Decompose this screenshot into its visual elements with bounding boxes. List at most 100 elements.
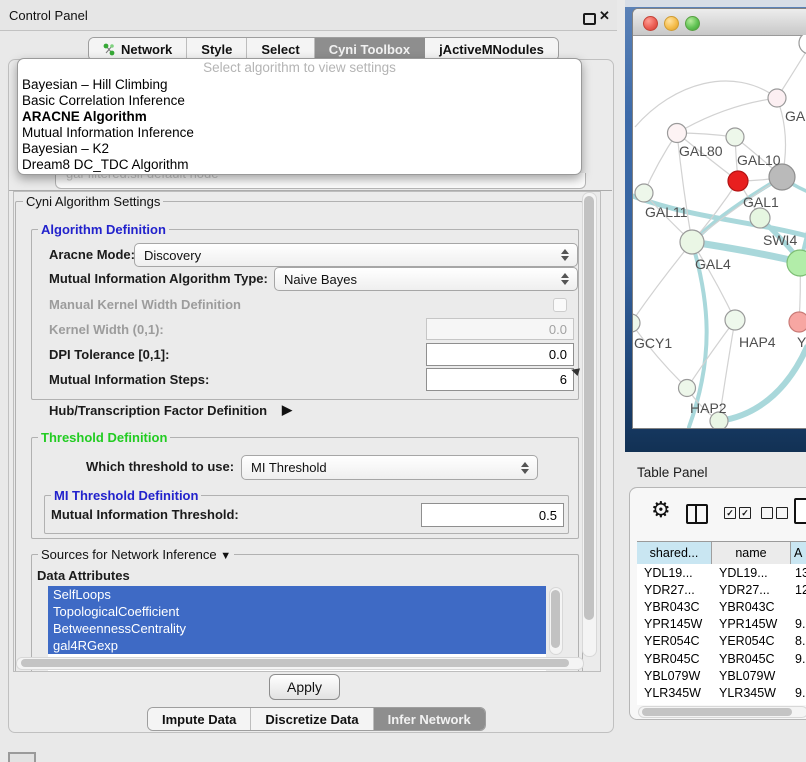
stepper-icon xyxy=(561,249,569,261)
deselect-all-checkbox-icon[interactable] xyxy=(776,507,788,519)
stepper-icon xyxy=(521,462,529,474)
node-unlabeled-top[interactable] xyxy=(799,35,806,54)
algorithm-option[interactable]: Bayesian – K2 xyxy=(18,141,581,157)
node-gal[interactable] xyxy=(768,89,786,107)
algorithm-option[interactable]: Bayesian – Hill Climbing xyxy=(18,77,581,93)
network-window: GALGAL80GAL10GAL1GAL11SWI4GAL4GCY1HAP4YH… xyxy=(632,8,806,429)
zoom-traffic-light[interactable] xyxy=(685,16,700,31)
node-gcy1-label: GCY1 xyxy=(634,335,672,351)
table-row[interactable]: YBR043CYBR043C xyxy=(637,598,806,615)
gear-icon[interactable]: ⚙ xyxy=(651,497,671,523)
background-combo[interactable]: gal-filtered.sif default node xyxy=(55,173,586,189)
node-gal10-label: GAL10 xyxy=(737,152,781,168)
aracne-mode-combo[interactable]: Discovery xyxy=(134,243,578,267)
deselect-all-checkbox-icon[interactable] xyxy=(761,507,773,519)
collapsed-panel-button[interactable] xyxy=(8,752,36,762)
node-gal10[interactable] xyxy=(726,128,744,146)
tab-infer-network[interactable]: Infer Network xyxy=(374,708,485,730)
sources-group-title: Sources for Network Inference ▼ xyxy=(38,547,234,562)
stepper-icon xyxy=(561,273,569,285)
node-gal11[interactable] xyxy=(635,184,653,202)
table-cell: YDL19... xyxy=(712,566,791,580)
table-panel: ⚙ ✓ ✓ shared... name A YDL19...YDL19...1… xyxy=(629,487,806,720)
tab-cyni-toolbox[interactable]: Cyni Toolbox xyxy=(315,38,425,60)
mi-steps-field[interactable]: 6 xyxy=(426,368,574,391)
network-canvas[interactable]: GALGAL80GAL10GAL1GAL11SWI4GAL4GCY1HAP4YH… xyxy=(633,35,806,428)
table-row[interactable]: YBL079WYBL079W xyxy=(637,667,806,684)
tab-jactivemnodules[interactable]: jActiveMNodules xyxy=(425,38,558,60)
node-hap2[interactable] xyxy=(679,380,696,397)
node-gal4-label: GAL4 xyxy=(695,256,731,272)
column-header-shared-name[interactable]: shared... xyxy=(637,542,712,564)
attributes-list-scrollbar[interactable] xyxy=(549,587,563,655)
table-row[interactable]: YLR345WYLR345W9. xyxy=(637,684,806,701)
tab-select[interactable]: Select xyxy=(247,38,314,60)
node-hap4[interactable] xyxy=(725,310,745,330)
tab-discretize-data[interactable]: Discretize Data xyxy=(251,708,373,730)
select-all-checkbox-icon[interactable]: ✓ xyxy=(724,507,736,519)
which-threshold-label: Which threshold to use: xyxy=(86,459,234,474)
which-threshold-combo[interactable]: MI Threshold xyxy=(241,455,538,480)
node-swi4-label: SWI4 xyxy=(763,232,797,248)
table-row[interactable]: YDL19...YDL19...13 xyxy=(637,564,806,581)
node-green-right[interactable] xyxy=(787,250,806,276)
algorithm-option[interactable]: Basic Correlation Inference xyxy=(18,93,581,109)
node-swi4[interactable] xyxy=(750,208,770,228)
apply-button[interactable]: Apply xyxy=(269,674,340,700)
mi-type-combo[interactable]: Naive Bayes xyxy=(274,267,578,291)
table-row[interactable]: YDR27...YDR27...12 xyxy=(637,581,806,598)
algorithm-option[interactable]: ARACNE Algorithm xyxy=(18,109,581,125)
tab-style[interactable]: Style xyxy=(187,38,247,60)
node-gcy1[interactable] xyxy=(633,314,640,332)
mi-threshold-field[interactable]: 0.5 xyxy=(421,503,564,527)
node-gal4[interactable] xyxy=(680,230,704,254)
collapse-arrow-icon[interactable]: ▼ xyxy=(220,550,231,562)
mi-threshold-value: 0.5 xyxy=(539,508,557,523)
tab-label: Cyni Toolbox xyxy=(329,42,410,57)
table-row[interactable]: YBR045CYBR045C9. xyxy=(637,650,806,667)
column-header-name[interactable]: name xyxy=(712,542,791,564)
node-gal80[interactable] xyxy=(668,124,687,143)
tab-label: Style xyxy=(201,42,232,57)
node-hap4-label: HAP4 xyxy=(739,334,776,350)
select-all-checkbox-icon[interactable]: ✓ xyxy=(739,507,751,519)
algorithm-option[interactable]: Dream8 DC_TDC Algorithm xyxy=(18,157,581,173)
tab-impute-data[interactable]: Impute Data xyxy=(148,708,251,730)
data-attribute-item[interactable]: gal4RGexp xyxy=(48,637,546,654)
algorithm-option[interactable]: Mutual Information Inference xyxy=(18,125,581,141)
table-cell: YIL052C xyxy=(637,703,712,705)
column-header-partial[interactable]: A xyxy=(791,542,806,564)
tab-label: Network xyxy=(121,42,172,57)
table-cell: YER054C xyxy=(712,634,791,648)
data-attribute-item[interactable]: SelfLoops xyxy=(48,586,546,603)
export-table-icon[interactable] xyxy=(794,498,806,524)
data-attribute-item[interactable]: TopologicalCoefficient xyxy=(48,603,546,620)
tab-network[interactable]: Network xyxy=(89,38,187,60)
node-salmon[interactable] xyxy=(789,312,806,332)
dpi-tolerance-field[interactable]: 0.0 xyxy=(426,343,574,366)
table-row[interactable]: YER054CYER054C8. xyxy=(637,633,806,650)
minimize-traffic-light[interactable] xyxy=(664,16,679,31)
settings-vertical-scrollbar[interactable] xyxy=(582,192,597,657)
control-panel-titlebar xyxy=(0,0,617,31)
expand-arrow-icon[interactable]: ▶ xyxy=(282,402,292,418)
table-row[interactable]: YIL052CYIL052C9. xyxy=(637,702,806,706)
table-cell: YLR345W xyxy=(712,686,791,700)
manual-kernel-checkbox[interactable] xyxy=(553,298,567,312)
network-view-frame-top xyxy=(625,0,806,7)
data-attribute-item[interactable]: BetweennessCentrality xyxy=(48,620,546,637)
float-window-icon[interactable] xyxy=(583,13,596,25)
columns-icon[interactable] xyxy=(686,504,708,524)
tab-label: Select xyxy=(261,42,299,57)
tab-label: Discretize Data xyxy=(265,712,358,727)
kernel-width-field[interactable]: 0.0 xyxy=(426,318,574,340)
table-horizontal-scrollbar[interactable] xyxy=(638,706,806,718)
node-gal11-label: GAL11 xyxy=(645,204,688,220)
data-attributes-label: Data Attributes xyxy=(37,568,130,583)
node-gal1[interactable] xyxy=(728,171,748,191)
table-row[interactable]: YPR145WYPR145W9. xyxy=(637,616,806,633)
dpi-tolerance-value: 0.0 xyxy=(549,347,567,362)
settings-horizontal-scrollbar[interactable] xyxy=(16,657,584,670)
close-icon[interactable]: ✕ xyxy=(599,8,610,24)
close-traffic-light[interactable] xyxy=(643,16,658,31)
